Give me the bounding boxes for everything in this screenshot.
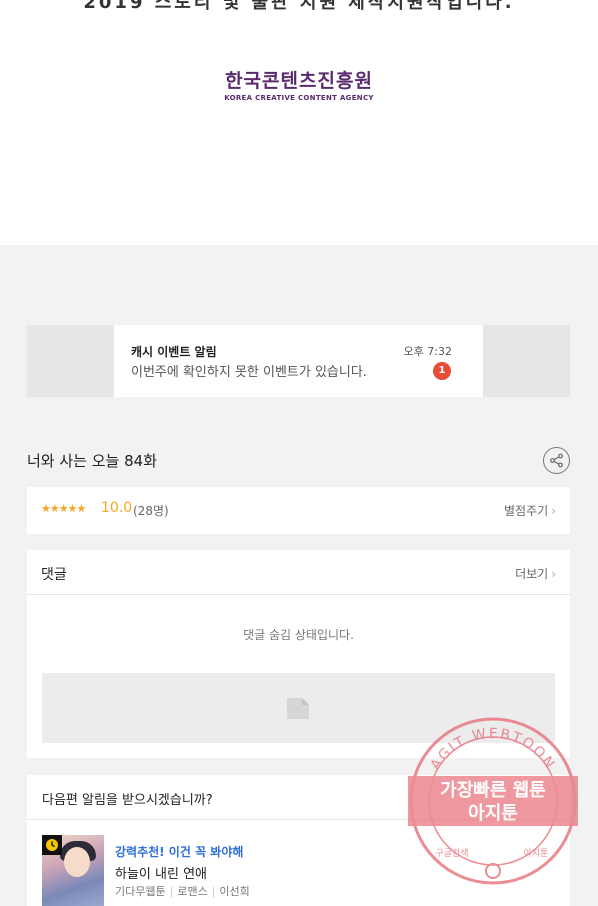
recommendation-label: 강력추천! 이건 꼭 봐야해 (115, 845, 244, 859)
comments-hidden-message: 댓글 숨김 상태입니다. (243, 628, 354, 642)
share-button[interactable] (543, 447, 570, 474)
comments-title: 댓글 (41, 567, 67, 583)
rating-count: (28명) (133, 504, 169, 518)
rating-score: 10.0 (101, 500, 133, 516)
rating-card: ★★★★★ 10.0 (28명) 별점주기 › (27, 487, 570, 534)
next-episode-header[interactable]: 다음편 알림을 받으시겠습니까? (27, 775, 570, 820)
wait-free-badge (42, 835, 62, 855)
comments-card: 댓글 더보기 › 댓글 숨김 상태입니다. (27, 550, 570, 758)
image-placeholder-icon (287, 698, 309, 719)
rate-button[interactable]: 별점주기 › (504, 502, 556, 519)
logo-korean-text: 한국콘텐츠진흥원 (225, 70, 373, 92)
rate-button-label: 별점주기 (504, 504, 549, 518)
logo-english-text: KOREA CREATIVE CONTENT AGENCY (224, 94, 374, 102)
rating-stars: ★★★★★ (41, 502, 86, 515)
comments-header: 댓글 더보기 › (27, 550, 570, 595)
recommendation-thumbnail[interactable] (42, 835, 104, 906)
notification-card[interactable]: 캐시 이벤트 알림 이번주에 확인하지 못한 이벤트가 있습니다. 오후 7:3… (114, 325, 483, 397)
divider: | (169, 885, 174, 898)
recommendation-author: 이선희 (219, 885, 250, 898)
notification-time: 오후 7:32 (403, 345, 452, 358)
notification-message: 이번주에 확인하지 못한 이벤트가 있습니다. (131, 365, 367, 380)
recommendation-title[interactable]: 하늘이 내린 연애 (115, 863, 207, 882)
share-icon (550, 453, 563, 468)
notification-title: 캐시 이벤트 알림 (131, 345, 217, 359)
next-episode-card: 다음편 알림을 받으시겠습니까? 강력추천! 이건 꼭 봐야해 하늘이 내린 연… (27, 775, 570, 906)
divider: | (211, 885, 216, 898)
comments-more-button[interactable]: 더보기 › (515, 565, 556, 582)
webtoon-end-panel: 2019 스토리 및 출판 지원 제작지원작입니다. 한국콘텐츠진흥원 KORE… (0, 0, 598, 245)
ad-placeholder[interactable] (42, 673, 555, 743)
chevron-right-icon: › (551, 504, 556, 518)
clock-icon (46, 839, 58, 851)
recommendation-genre: 로맨스 (177, 885, 208, 898)
kocca-logo: 한국콘텐츠진흥원 KOREA CREATIVE CONTENT AGENCY (0, 66, 598, 102)
thumbnail-face (64, 847, 90, 877)
next-episode-question: 다음편 알림을 받으시겠습니까? (42, 793, 213, 808)
comments-more-label: 더보기 (515, 567, 549, 581)
support-caption: 2019 스토리 및 출판 지원 제작지원작입니다. (83, 0, 515, 13)
recommendation-meta: 기다무웹툰 | 로맨스 | 이선희 (115, 883, 250, 899)
episode-title: 너와 사는 오늘 84화 (27, 452, 157, 470)
chevron-right-icon: › (551, 567, 556, 581)
recommendation-category: 기다무웹툰 (115, 885, 166, 898)
notification-badge: 1 (433, 362, 451, 380)
event-banner[interactable]: 캐시 이벤트 알림 이번주에 확인하지 못한 이벤트가 있습니다. 오후 7:3… (27, 325, 570, 397)
